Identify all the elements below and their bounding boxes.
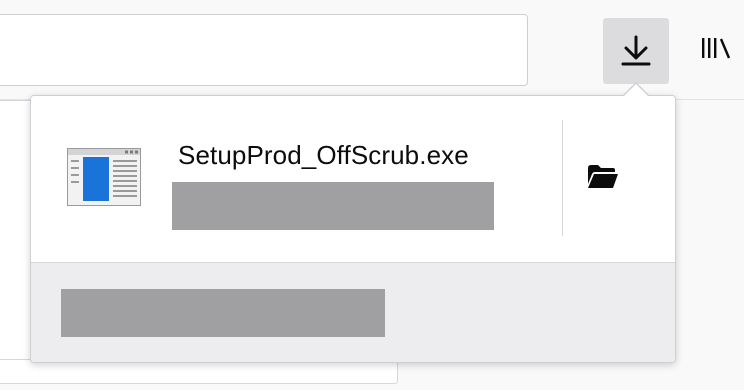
show-all-downloads-footer[interactable]	[31, 262, 675, 362]
url-bar[interactable]	[0, 14, 528, 86]
download-arrow-icon	[621, 35, 651, 66]
item-divider	[562, 120, 563, 236]
panel-arrow	[623, 84, 649, 97]
downloads-button[interactable]	[603, 18, 669, 84]
folder-open-icon	[588, 165, 618, 188]
download-item[interactable]: SetupProd_OffScrub.exe	[31, 96, 675, 262]
library-icon[interactable]	[700, 34, 740, 62]
download-file-name: SetupProd_OffScrub.exe	[178, 140, 469, 170]
open-containing-folder-button[interactable]	[583, 158, 623, 194]
executable-file-icon	[67, 148, 141, 206]
downloads-panel: SetupProd_OffScrub.exe	[30, 95, 676, 363]
download-status-redacted	[172, 182, 494, 230]
show-all-downloads-redacted	[61, 289, 385, 337]
